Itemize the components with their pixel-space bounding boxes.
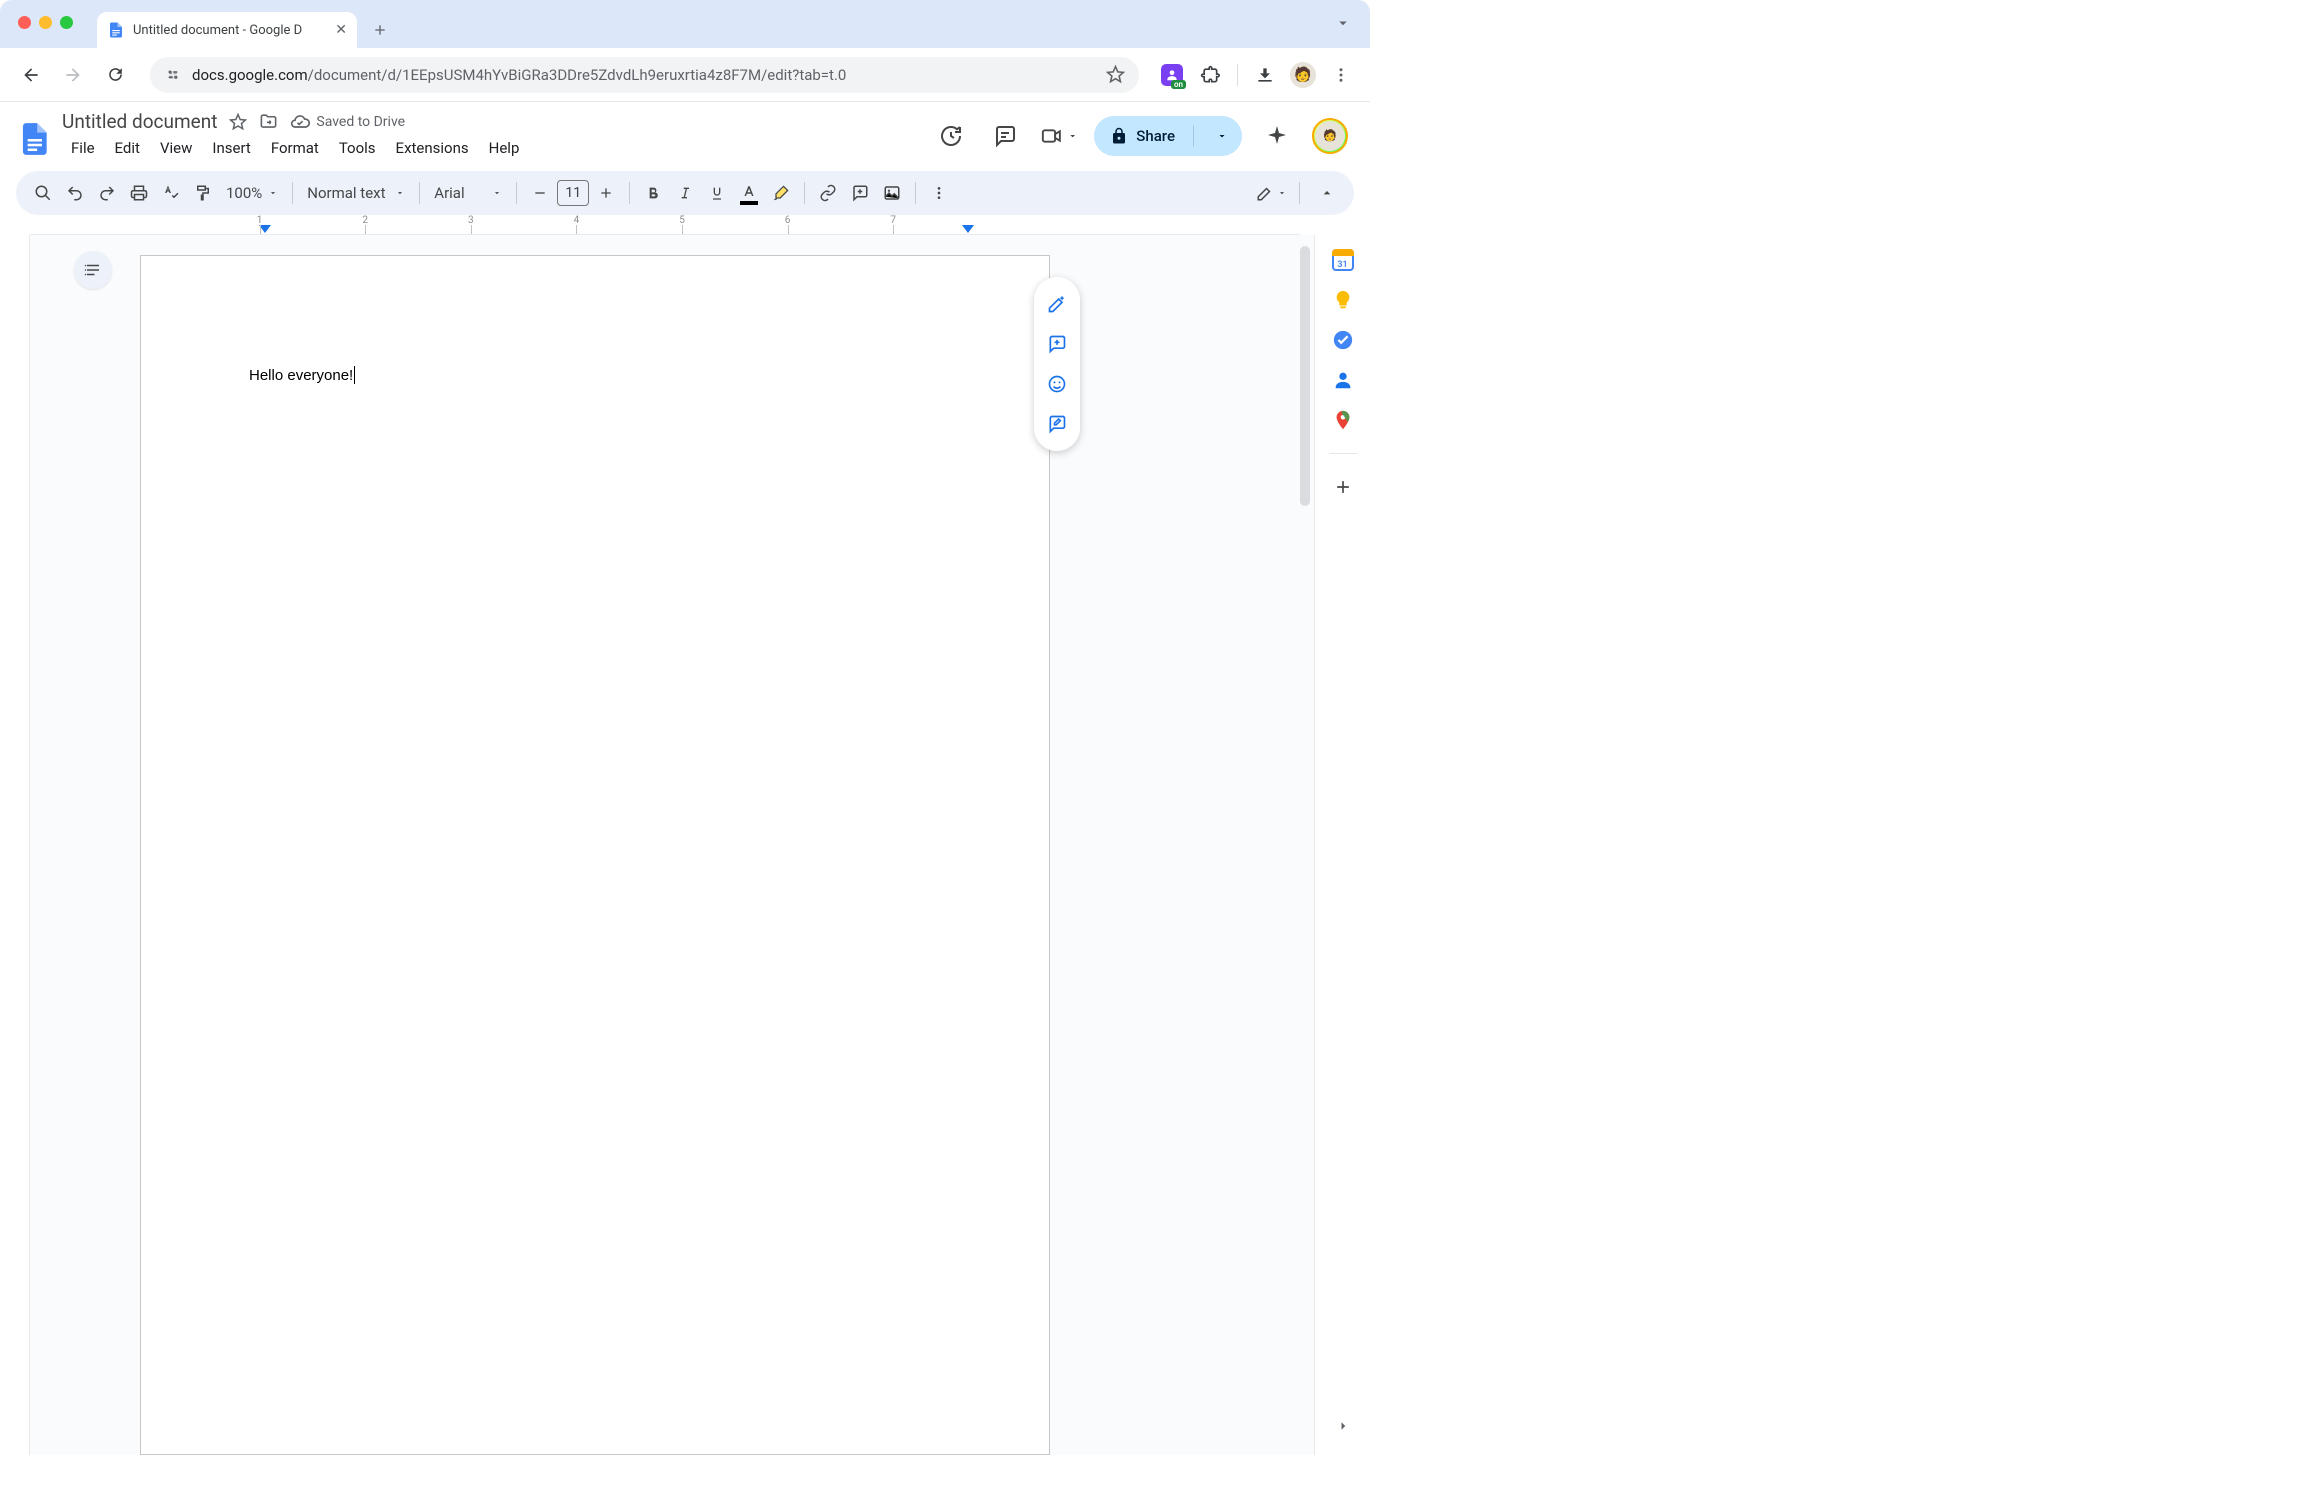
print-icon[interactable]	[124, 178, 154, 208]
maps-app-icon[interactable]	[1332, 409, 1354, 431]
account-avatar[interactable]: 🧑	[1312, 118, 1348, 154]
window-close-button[interactable]	[18, 16, 31, 29]
lock-icon	[1110, 127, 1128, 145]
suggest-edits-icon[interactable]	[1040, 407, 1074, 441]
vertical-scrollbar[interactable]	[1300, 246, 1310, 506]
share-label: Share	[1136, 127, 1175, 145]
save-status[interactable]: Saved to Drive	[290, 112, 405, 132]
browser-tab-active[interactable]: Untitled document - Google D ✕	[97, 12, 357, 48]
document-body-text[interactable]: Hello everyone!	[249, 367, 355, 384]
paint-format-icon[interactable]	[188, 178, 218, 208]
underline-icon[interactable]	[702, 178, 732, 208]
highlight-color-icon[interactable]	[766, 178, 796, 208]
extensions-puzzle-icon[interactable]	[1195, 60, 1225, 90]
new-tab-button[interactable]	[365, 15, 395, 45]
window-controls	[18, 16, 73, 29]
extension-1-icon[interactable]: on	[1157, 60, 1187, 90]
window-maximize-button[interactable]	[60, 16, 73, 29]
bookmark-star-icon[interactable]	[1106, 65, 1125, 84]
comments-icon[interactable]	[986, 117, 1024, 155]
insert-link-icon[interactable]	[813, 178, 843, 208]
editing-mode-select[interactable]	[1256, 178, 1287, 208]
italic-icon[interactable]	[670, 178, 700, 208]
forward-button[interactable]	[56, 58, 90, 92]
add-comment-floating-icon[interactable]	[1040, 327, 1074, 361]
menu-format[interactable]: Format	[262, 135, 328, 161]
move-document-icon[interactable]	[259, 112, 278, 131]
menu-edit[interactable]: Edit	[106, 135, 149, 161]
search-menus-icon[interactable]	[28, 178, 58, 208]
vertical-ruler[interactable]: 1234	[0, 235, 30, 1455]
profile-avatar-icon[interactable]: 🧑	[1288, 60, 1318, 90]
browser-menu-icon[interactable]	[1326, 60, 1356, 90]
gemini-icon[interactable]	[1258, 117, 1296, 155]
zoom-select[interactable]: 100%	[220, 184, 284, 202]
back-button[interactable]	[14, 58, 48, 92]
url-text: docs.google.com/document/d/1EEpsUSM4hYvB…	[192, 66, 1096, 84]
horizontal-ruler[interactable]: 1234567	[30, 215, 1300, 235]
text-color-icon[interactable]	[734, 178, 764, 208]
floating-insert-toolbar	[1034, 277, 1080, 451]
browser-toolbar: docs.google.com/document/d/1EEpsUSM4hYvB…	[0, 48, 1370, 102]
window-minimize-button[interactable]	[39, 16, 52, 29]
tasks-app-icon[interactable]	[1332, 329, 1354, 351]
font-select[interactable]: Arial	[428, 184, 508, 202]
separator	[1237, 64, 1238, 86]
meet-button[interactable]	[1040, 117, 1078, 155]
collapse-toolbar-icon[interactable]	[1312, 178, 1342, 208]
menu-view[interactable]: View	[151, 135, 201, 161]
insert-image-icon[interactable]	[877, 178, 907, 208]
menu-extensions[interactable]: Extensions	[387, 135, 478, 161]
site-info-icon[interactable]	[164, 66, 182, 84]
calendar-app-icon[interactable]: 31	[1332, 249, 1354, 271]
left-indent-marker[interactable]	[259, 225, 271, 235]
reload-button[interactable]	[98, 58, 132, 92]
right-indent-marker[interactable]	[962, 225, 974, 235]
font-size-decrease[interactable]	[525, 178, 555, 208]
docs-header: Untitled document Saved to Drive File Ed…	[0, 102, 1370, 161]
undo-icon[interactable]	[60, 178, 90, 208]
more-toolbar-icon[interactable]	[924, 178, 954, 208]
docs-favicon-icon	[107, 21, 125, 39]
paragraph-style-select[interactable]: Normal text	[301, 184, 411, 202]
font-size-input[interactable]: 11	[557, 180, 589, 206]
tab-close-icon[interactable]: ✕	[335, 22, 347, 38]
cloud-check-icon	[290, 112, 310, 132]
browser-tab-strip: Untitled document - Google D ✕	[0, 0, 1370, 48]
spellcheck-icon[interactable]	[156, 178, 186, 208]
document-workspace: 1234 Hello everyone! 31	[0, 235, 1370, 1455]
bold-icon[interactable]	[638, 178, 668, 208]
menu-help[interactable]: Help	[480, 135, 529, 161]
docs-logo-icon[interactable]	[14, 119, 54, 159]
menu-bar: File Edit View Insert Format Tools Exten…	[62, 135, 924, 161]
share-button[interactable]: Share	[1094, 116, 1242, 156]
document-page[interactable]: Hello everyone!	[140, 255, 1050, 1455]
keep-app-icon[interactable]	[1332, 289, 1354, 311]
downloads-icon[interactable]	[1250, 60, 1280, 90]
emoji-reaction-icon[interactable]	[1040, 367, 1074, 401]
formatting-toolbar: 100% Normal text Arial 11	[16, 171, 1354, 215]
menu-file[interactable]: File	[62, 135, 104, 161]
menu-tools[interactable]: Tools	[330, 135, 385, 161]
history-icon[interactable]	[932, 117, 970, 155]
address-bar[interactable]: docs.google.com/document/d/1EEpsUSM4hYvB…	[150, 57, 1139, 93]
star-document-icon[interactable]	[229, 113, 247, 131]
add-comment-icon[interactable]	[845, 178, 875, 208]
tab-overflow-button[interactable]	[1334, 14, 1352, 32]
contacts-app-icon[interactable]	[1332, 369, 1354, 391]
share-dropdown-icon[interactable]	[1206, 130, 1238, 142]
get-addons-icon[interactable]	[1332, 476, 1354, 498]
font-size-increase[interactable]	[591, 178, 621, 208]
menu-insert[interactable]: Insert	[203, 135, 259, 161]
side-panel: 31	[1314, 235, 1370, 1455]
document-title[interactable]: Untitled document	[62, 110, 217, 133]
document-canvas[interactable]: Hello everyone!	[30, 235, 1314, 1455]
ai-write-icon[interactable]	[1040, 287, 1074, 321]
side-panel-toggle-icon[interactable]	[1334, 1417, 1352, 1435]
tab-title: Untitled document - Google D	[133, 23, 302, 38]
outline-toggle-button[interactable]	[74, 251, 112, 289]
redo-icon[interactable]	[92, 178, 122, 208]
